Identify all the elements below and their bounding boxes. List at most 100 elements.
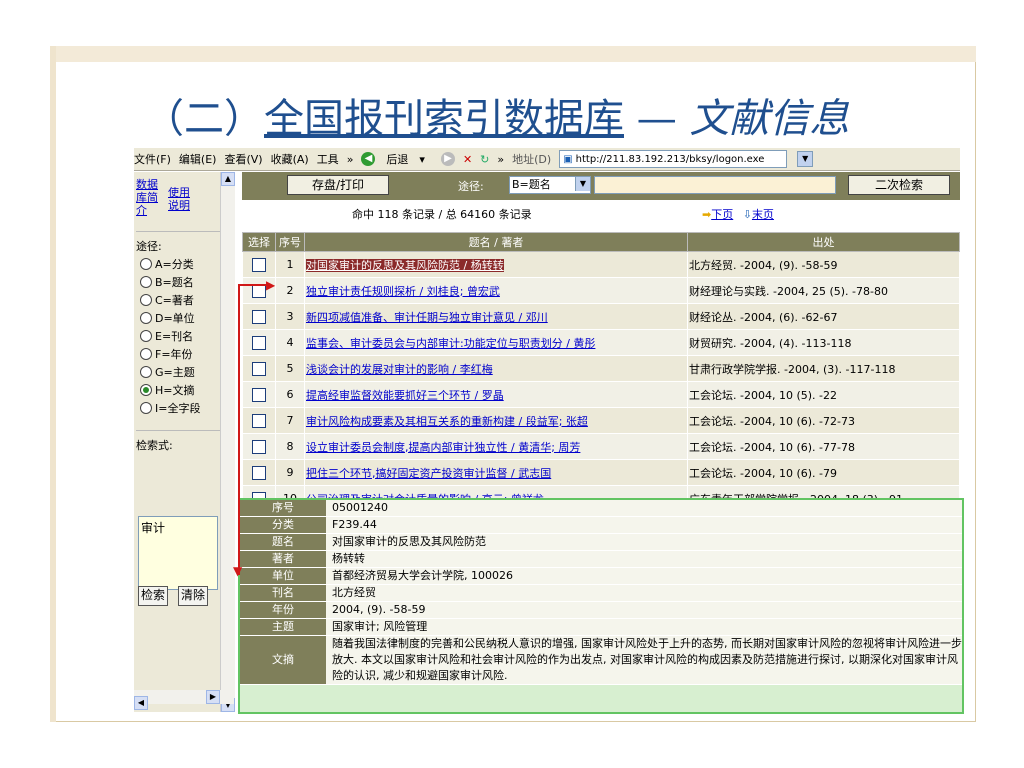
row-title-link[interactable]: 独立审计责任规则探析 / 刘桂良; 曾宏武: [306, 285, 500, 298]
chevron-down-icon: ▾: [419, 152, 425, 166]
detail-value: 国家审计; 风险管理: [326, 619, 962, 635]
row-title-cell: 提高经审监督效能要抓好三个环节 / 罗晶: [304, 381, 688, 408]
table-row[interactable]: 8 设立审计委员会制度,提高内部审计独立性 / 黄清华; 周芳 工会论坛. -200…: [242, 433, 960, 460]
row-title-cell: 监事会、审计委员会与内部审计:功能定位与职责划分 / 黄彤: [304, 329, 688, 356]
row-source: 财经理论与实践. -2004, 25 (5). -78-80: [687, 277, 960, 304]
detail-row: 刊名 北方经贸: [240, 585, 962, 602]
row-checkbox[interactable]: [251, 387, 266, 402]
save-print-button[interactable]: 存盘/打印: [287, 175, 389, 195]
slide-title: （二）全国报刊索引数据库 — 文献信息: [144, 86, 849, 146]
row-checkbox[interactable]: [251, 257, 266, 272]
chevron-down-icon: ▼: [575, 177, 590, 191]
select-cell[interactable]: [242, 407, 276, 434]
stop-icon[interactable]: ✕: [463, 153, 472, 166]
search-toolbar: 存盘/打印 途径: B=题名 ▼ 二次检索: [242, 172, 960, 200]
row-number: 1: [275, 251, 305, 278]
sidebar-hscrollbar[interactable]: ◀ ▶: [134, 690, 234, 710]
clear-button[interactable]: 清除: [178, 586, 209, 606]
detail-value: 杨转转: [326, 551, 962, 567]
menu-file[interactable]: 文件(F): [134, 151, 171, 167]
select-cell[interactable]: [242, 329, 276, 356]
table-row[interactable]: 1 对国家审计的反思及其风险防范 / 杨转转 北方经贸. -2004, (9). -…: [242, 251, 960, 278]
scroll-left-icon[interactable]: ◀: [134, 696, 148, 710]
secondary-search-input[interactable]: [594, 176, 836, 194]
title-prefix: （二）: [144, 96, 264, 142]
arrow-down-icon: ⇩: [742, 208, 752, 221]
detail-value: 2004, (9). -58-59: [326, 602, 962, 618]
next-page-link[interactable]: 下页: [711, 208, 733, 221]
address-bar[interactable]: ▣ http://211.83.192.213/bksy/logon.exe: [559, 150, 788, 168]
row-source: 工会论坛. -2004, 10 (5). -22: [687, 381, 960, 408]
row-source: 甘肃行政学院学报. -2004, (3). -117-118: [687, 355, 960, 382]
row-checkbox[interactable]: [251, 361, 266, 376]
path-options: A=分类 B=题名 C=著者 D=单位 E=刊名 F=年份 G=主题 H=文摘 …: [134, 256, 234, 416]
row-title-cell: 审计风险构成要素及其相互关系的重新构建 / 段益军; 张超: [304, 407, 688, 434]
row-title-cell: 设立审计委员会制度,提高内部审计独立性 / 黄清华; 周芳: [304, 433, 688, 460]
table-row[interactable]: 2 独立审计责任规则探析 / 刘桂良; 曾宏武 财经理论与实践. -2004, 25…: [242, 277, 960, 304]
detail-label: 刊名: [240, 585, 326, 601]
row-checkbox[interactable]: [251, 335, 266, 350]
row-title-cell: 浅谈会计的发展对审计的影响 / 李红梅: [304, 355, 688, 382]
row-title-link[interactable]: 把住三个环节,搞好固定资产投资审计监督 / 武志国: [306, 467, 551, 480]
row-source: 财经论丛. -2004, (6). -62-67: [687, 303, 960, 330]
address-dropdown-icon[interactable]: ▼: [797, 151, 814, 167]
detail-row: 序号 05001240: [240, 500, 962, 517]
chevron-more-icon-2[interactable]: »: [497, 153, 504, 166]
chevron-more-icon[interactable]: »: [347, 153, 354, 166]
select-cell[interactable]: [242, 355, 276, 382]
results-table: 选择 序号 题名 / 著者 出处 1 对国家审计的反思及其风险防范 / 杨转转 北方…: [242, 232, 960, 512]
scroll-up-icon[interactable]: ▲: [221, 172, 235, 186]
table-row[interactable]: 5 浅谈会计的发展对审计的影响 / 李红梅 甘肃行政学院学报. -2004, (3)…: [242, 355, 960, 382]
col-title: 题名 / 著者: [304, 232, 688, 252]
table-row[interactable]: 3 新四项减值准备、审计任期与独立审计意见 / 邓川 财经论丛. -2004, (6…: [242, 303, 960, 330]
select-cell[interactable]: [242, 433, 276, 460]
select-cell[interactable]: [242, 459, 276, 486]
row-title-link[interactable]: 浅谈会计的发展对审计的影响 / 李红梅: [306, 363, 493, 376]
search-button[interactable]: 检索: [138, 586, 169, 606]
sidebar-scrollbar[interactable]: ▲ ▼: [220, 172, 235, 712]
row-source: 工会论坛. -2004, 10 (6). -72-73: [687, 407, 960, 434]
pager: ➡下页 ⇩末页: [702, 206, 774, 222]
table-row[interactable]: 9 把住三个环节,搞好固定资产投资审计监督 / 武志国 工会论坛. -2004, 1…: [242, 459, 960, 486]
last-page-link[interactable]: 末页: [752, 208, 774, 221]
menu-view[interactable]: 查看(V): [224, 151, 262, 167]
row-checkbox[interactable]: [251, 465, 266, 480]
page-icon: ▣: [563, 153, 573, 165]
row-title-cell: 新四项减值准备、审计任期与独立审计意见 / 邓川: [304, 303, 688, 330]
link-db-intro[interactable]: 数据库简介: [136, 178, 160, 217]
row-checkbox[interactable]: [251, 309, 266, 324]
secondary-search-button[interactable]: 二次检索: [848, 175, 950, 195]
select-cell[interactable]: [242, 303, 276, 330]
menu-tools[interactable]: 工具: [317, 151, 339, 167]
title-database: 全国报刊索引数据库: [264, 96, 624, 142]
table-row[interactable]: 7 审计风险构成要素及其相互关系的重新构建 / 段益军; 张超 工会论坛. -200…: [242, 407, 960, 434]
path-label-top: 途径:: [458, 180, 484, 193]
forward-arrow-icon[interactable]: ▶: [440, 152, 455, 166]
scroll-right-icon[interactable]: ▶: [206, 690, 220, 704]
path-select[interactable]: B=题名 ▼: [509, 176, 591, 194]
row-title-link[interactable]: 对国家审计的反思及其风险防范 / 杨转转: [306, 258, 504, 272]
link-usage[interactable]: 使用说明: [168, 186, 200, 217]
menu-edit[interactable]: 编辑(E): [179, 151, 217, 167]
hit-bar: 命中 118 条记录 / 总 64160 条记录 ➡下页 ⇩末页: [242, 202, 960, 224]
search-expression-input[interactable]: 审计: [138, 516, 218, 590]
detail-panel: 序号 05001240 分类 F239.44 题名 对国家审计的反思及其风险防范 著者 杨转转…: [238, 498, 964, 714]
detail-label: 文摘: [240, 636, 326, 684]
select-cell[interactable]: [242, 251, 276, 278]
select-cell[interactable]: [242, 381, 276, 408]
row-checkbox[interactable]: [251, 439, 266, 454]
row-number: 5: [275, 355, 305, 382]
row-title-link[interactable]: 设立审计委员会制度,提高内部审计独立性 / 黄清华; 周芳: [306, 441, 580, 454]
row-title-link[interactable]: 新四项减值准备、审计任期与独立审计意见 / 邓川: [306, 311, 548, 324]
row-number: 4: [275, 329, 305, 356]
refresh-icon[interactable]: ↻: [480, 153, 489, 166]
row-checkbox[interactable]: [251, 413, 266, 428]
table-row[interactable]: 6 提高经审监督效能要抓好三个环节 / 罗晶 工会论坛. -2004, 10 (5)…: [242, 381, 960, 408]
menu-favorites[interactable]: 收藏(A): [271, 151, 309, 167]
back-button[interactable]: ◀ 后退 ▾: [361, 151, 433, 167]
row-title-link[interactable]: 监事会、审计委员会与内部审计:功能定位与职责划分 / 黄彤: [306, 337, 595, 350]
table-row[interactable]: 4 监事会、审计委员会与内部审计:功能定位与职责划分 / 黄彤 财贸研究. -200…: [242, 329, 960, 356]
row-title-link[interactable]: 审计风险构成要素及其相互关系的重新构建 / 段益军; 张超: [306, 415, 588, 428]
address-label: 地址(D): [512, 153, 552, 166]
row-title-link[interactable]: 提高经审监督效能要抓好三个环节 / 罗晶: [306, 389, 504, 402]
